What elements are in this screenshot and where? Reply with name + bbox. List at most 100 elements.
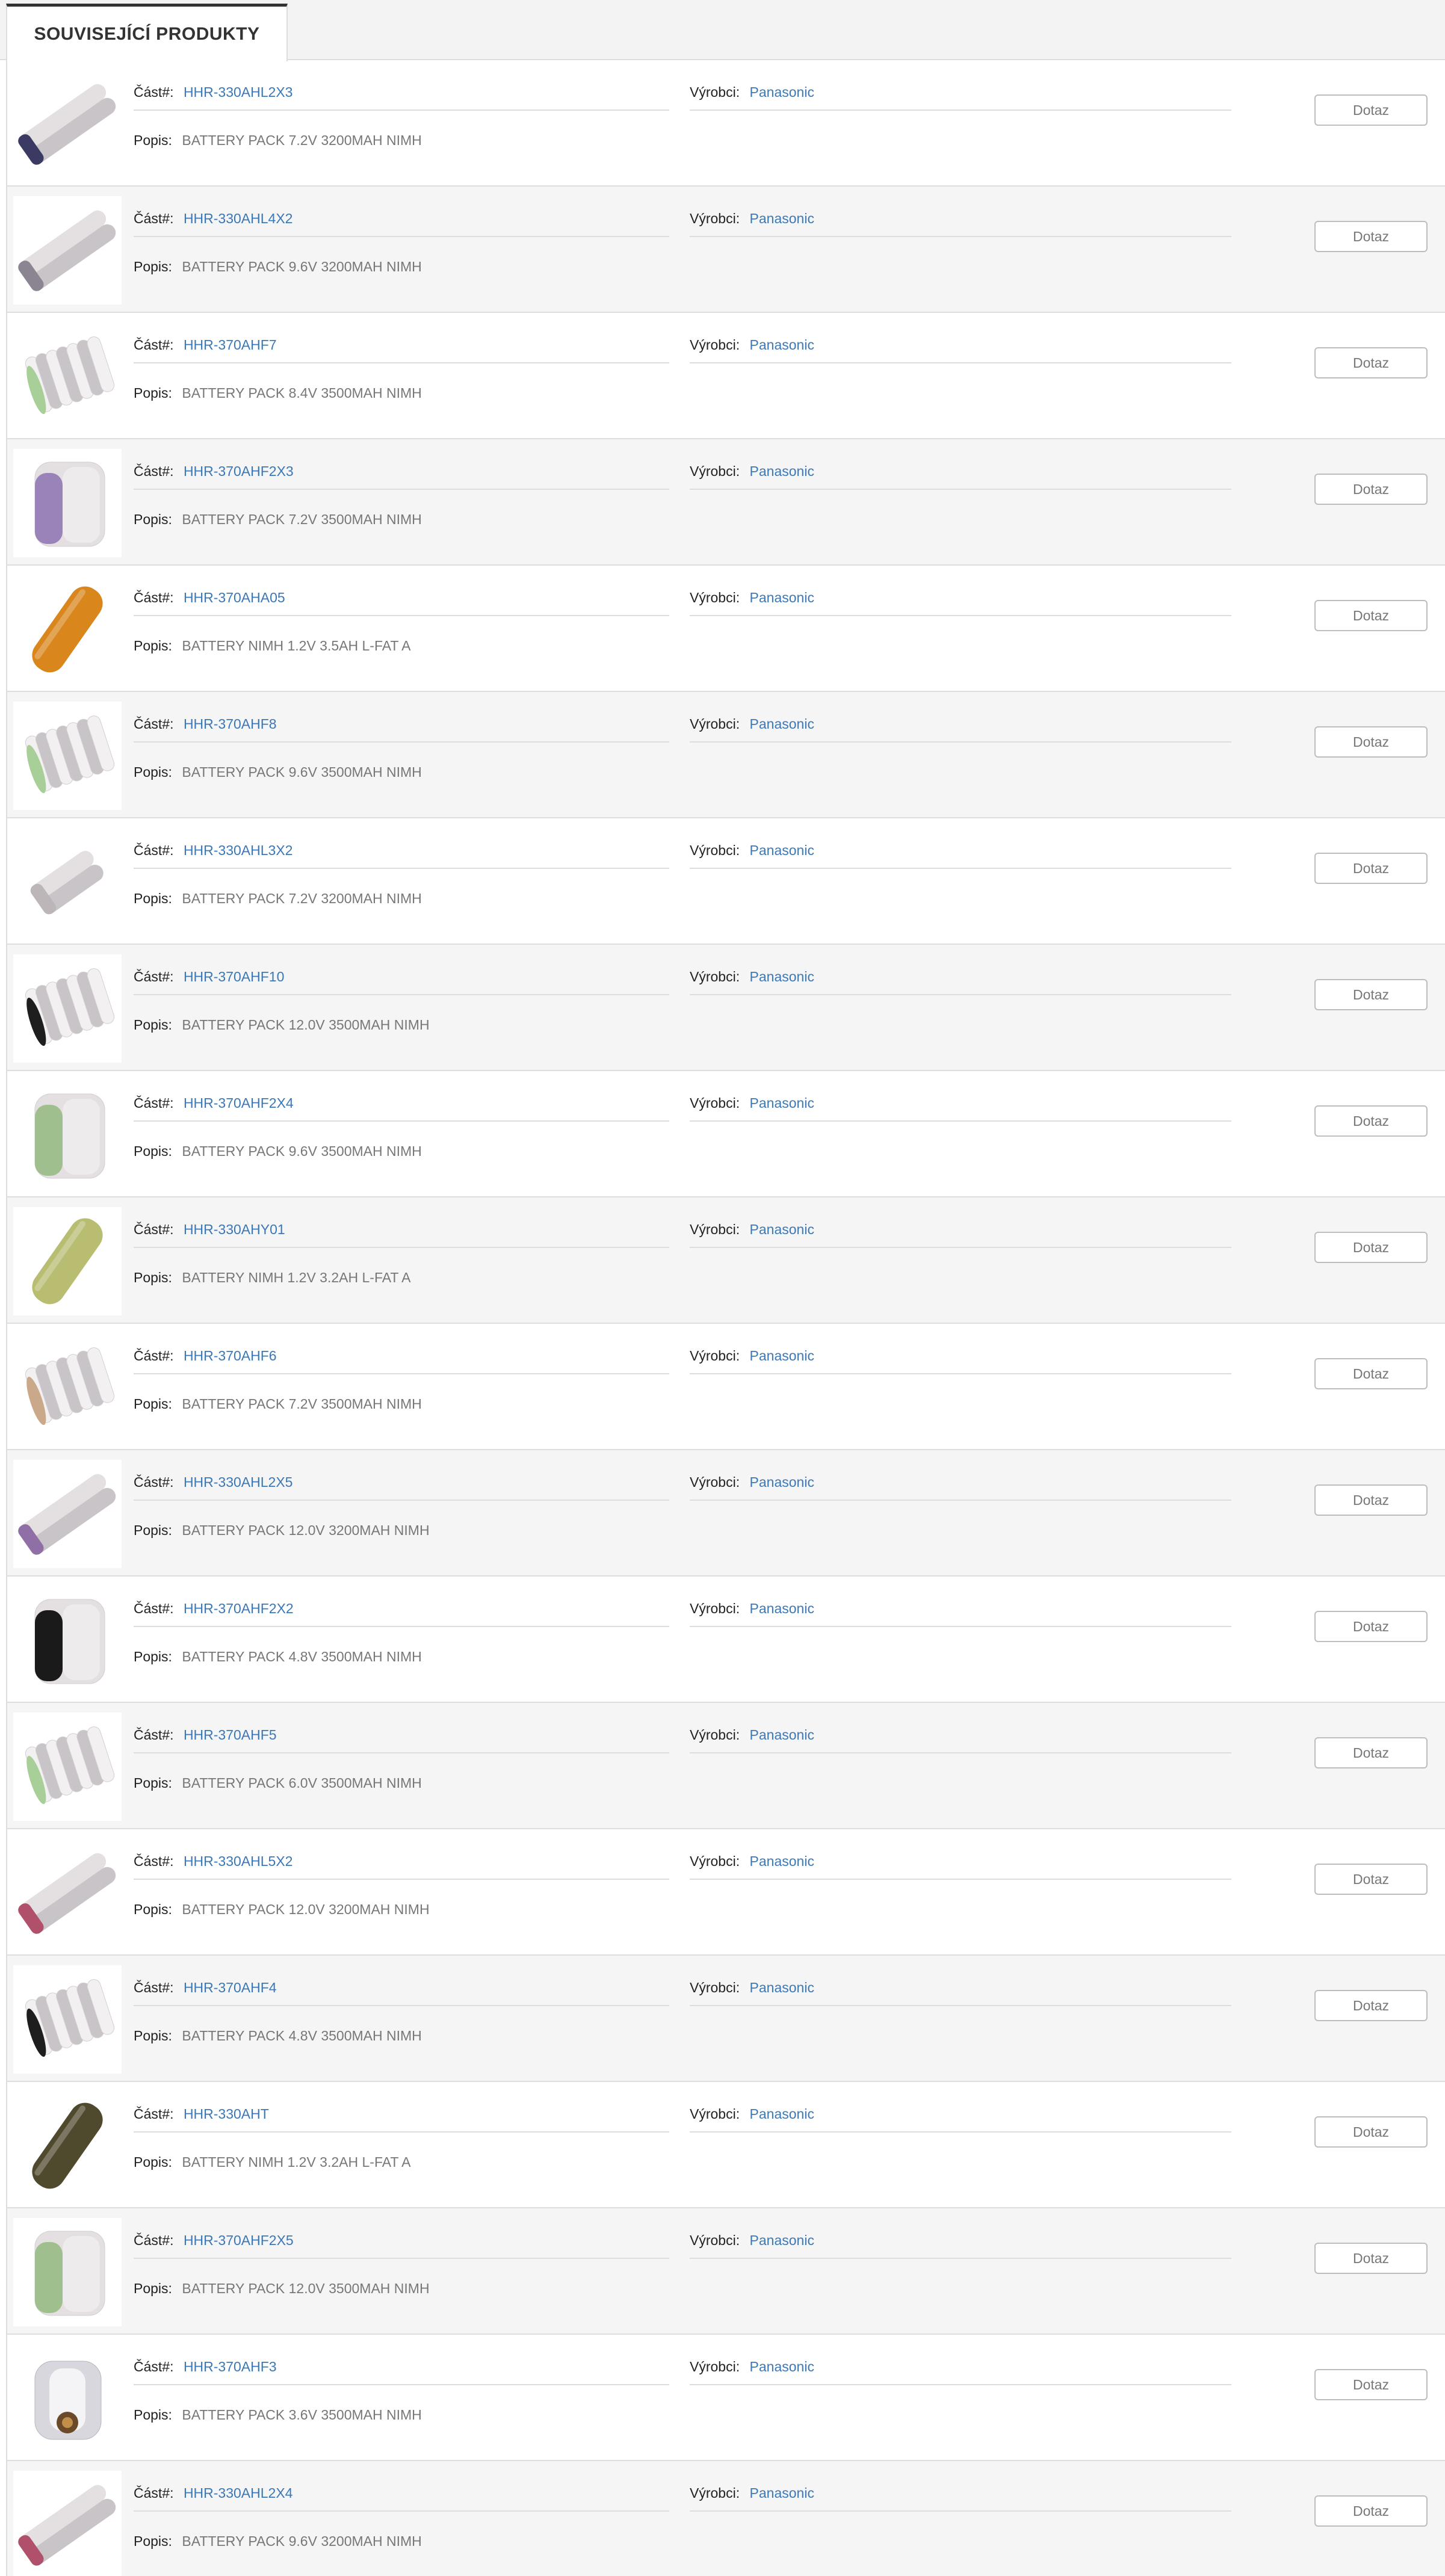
manufacturer-link[interactable]: Panasonic: [750, 211, 814, 226]
manufacturer-link[interactable]: Panasonic: [750, 1474, 814, 1490]
part-number-link[interactable]: HHR-330AHL4X2: [184, 211, 293, 226]
description-field: Popis: BATTERY PACK 9.6V 3500MAH NIMH: [134, 1143, 422, 1160]
part-number-link[interactable]: HHR-370AHA05: [184, 590, 285, 605]
product-row: Část#: HHR-330AHL3X2 Popis: BATTERY PACK…: [7, 818, 1445, 945]
battery-stick-pack-red-end-image[interactable]: [13, 1839, 122, 1947]
part-field: Část#: HHR-370AHF7: [134, 337, 669, 363]
manufacturer-label: Výrobci:: [690, 2232, 740, 2248]
manufacturer-link[interactable]: Panasonic: [750, 463, 814, 479]
inquiry-button[interactable]: Dotaz: [1314, 2369, 1428, 2400]
battery-row-pack-green-end-image[interactable]: [13, 1713, 122, 1821]
part-number-link[interactable]: HHR-370AHF4: [184, 1980, 277, 1995]
part-number-link[interactable]: HHR-370AHF5: [184, 1727, 277, 1743]
part-number-link[interactable]: HHR-370AHF8: [184, 716, 277, 732]
part-number-link[interactable]: HHR-330AHL2X4: [184, 2485, 293, 2501]
inquiry-button[interactable]: Dotaz: [1314, 1358, 1428, 1389]
battery-icon: [18, 84, 116, 165]
inquiry-button[interactable]: Dotaz: [1314, 1990, 1428, 2021]
manufacturer-link[interactable]: Panasonic: [750, 1601, 814, 1616]
inquiry-button[interactable]: Dotaz: [1314, 1232, 1428, 1263]
inquiry-button[interactable]: Dotaz: [1314, 1484, 1428, 1516]
manufacturer-link[interactable]: Panasonic: [750, 1222, 814, 1237]
battery-block-pack-purple-image[interactable]: [13, 449, 122, 557]
inquiry-button[interactable]: Dotaz: [1314, 853, 1428, 884]
inquiry-button[interactable]: Dotaz: [1314, 94, 1428, 126]
tab-bar: SOUVISEJÍCÍ PRODUKTY: [0, 4, 1445, 61]
manufacturer-link[interactable]: Panasonic: [750, 1348, 814, 1364]
battery-row-pack-black-end-image[interactable]: [13, 954, 122, 1063]
inquiry-button[interactable]: Dotaz: [1314, 474, 1428, 505]
battery-row-pack-black-end-image[interactable]: [13, 1965, 122, 2074]
battery-cell-olive-image[interactable]: [13, 1207, 122, 1315]
part-label: Část#:: [134, 1727, 174, 1743]
inquiry-button[interactable]: Dotaz: [1314, 600, 1428, 631]
battery-icon: [30, 851, 104, 915]
part-number-link[interactable]: HHR-370AHF2X5: [184, 2232, 294, 2248]
manufacturer-field: Výrobci: Panasonic: [690, 1474, 1231, 1501]
manufacturer-link[interactable]: Panasonic: [750, 2359, 814, 2374]
inquiry-button[interactable]: Dotaz: [1314, 2243, 1428, 2274]
manufacturer-link[interactable]: Panasonic: [750, 590, 814, 605]
part-number-link[interactable]: HHR-330AHT: [184, 2106, 269, 2122]
part-number-link[interactable]: HHR-370AHF6: [184, 1348, 277, 1364]
inquiry-button[interactable]: Dotaz: [1314, 347, 1428, 378]
manufacturer-link[interactable]: Panasonic: [750, 2232, 814, 2248]
product-row: Část#: HHR-370AHF6 Popis: BATTERY PACK 7…: [7, 1324, 1445, 1450]
part-field: Část#: HHR-330AHT: [134, 2106, 669, 2133]
manufacturer-link[interactable]: Panasonic: [750, 716, 814, 732]
part-number-link[interactable]: HHR-370AHF2X3: [184, 463, 294, 479]
manufacturer-link[interactable]: Panasonic: [750, 84, 814, 100]
battery-block-pack-black-image[interactable]: [13, 1586, 122, 1694]
description-label: Popis:: [134, 1143, 172, 1159]
manufacturer-link[interactable]: Panasonic: [750, 2106, 814, 2122]
manufacturer-label: Výrobci:: [690, 2359, 740, 2374]
inquiry-button[interactable]: Dotaz: [1314, 1105, 1428, 1137]
manufacturer-link[interactable]: Panasonic: [750, 1095, 814, 1111]
part-number-link[interactable]: HHR-330AHY01: [184, 1222, 285, 1237]
battery-cell-dark-olive-image[interactable]: [13, 2092, 122, 2200]
description-label: Popis:: [134, 1017, 172, 1033]
part-number-link[interactable]: HHR-330AHL5X2: [184, 1853, 293, 1869]
part-number-link[interactable]: HHR-370AHF10: [184, 969, 284, 984]
manufacturer-link[interactable]: Panasonic: [750, 337, 814, 353]
description-label: Popis:: [134, 1775, 172, 1791]
inquiry-button[interactable]: Dotaz: [1314, 2495, 1428, 2527]
part-number-link[interactable]: HHR-330AHL2X5: [184, 1474, 293, 1490]
manufacturer-link[interactable]: Panasonic: [750, 2485, 814, 2501]
battery-triangle-pack-image[interactable]: [13, 2344, 122, 2453]
battery-stick-pack-red-end-image[interactable]: [13, 2471, 122, 2576]
inquiry-button[interactable]: Dotaz: [1314, 2116, 1428, 2148]
inquiry-button[interactable]: Dotaz: [1314, 1611, 1428, 1642]
battery-row-pack-green-end-image[interactable]: [13, 323, 122, 431]
battery-stick-pack-purple-end-image[interactable]: [13, 1460, 122, 1568]
manufacturer-link[interactable]: Panasonic: [750, 842, 814, 858]
battery-stick-pack-short-image[interactable]: [13, 828, 122, 936]
part-number-link[interactable]: HHR-370AHF2X2: [184, 1601, 294, 1616]
manufacturer-link[interactable]: Panasonic: [750, 1853, 814, 1869]
battery-stick-pack-dark-end-image[interactable]: [13, 70, 122, 178]
battery-block-pack-green-image[interactable]: [13, 1081, 122, 1189]
manufacturer-label: Výrobci:: [690, 842, 740, 858]
part-number-link[interactable]: HHR-370AHF2X4: [184, 1095, 294, 1111]
battery-stick-pack-long-image[interactable]: [13, 196, 122, 304]
inquiry-button[interactable]: Dotaz: [1314, 726, 1428, 758]
manufacturer-field: Výrobci: Panasonic: [690, 842, 1231, 869]
part-number-link[interactable]: HHR-330AHL2X3: [184, 84, 293, 100]
manufacturer-link[interactable]: Panasonic: [750, 969, 814, 984]
inquiry-button[interactable]: Dotaz: [1314, 979, 1428, 1010]
battery-block-pack-green-image[interactable]: [13, 2218, 122, 2326]
inquiry-button[interactable]: Dotaz: [1314, 221, 1428, 252]
description-label: Popis:: [134, 511, 172, 527]
inquiry-button[interactable]: Dotaz: [1314, 1864, 1428, 1895]
description-value: BATTERY PACK 7.2V 3500MAH NIMH: [182, 1396, 422, 1412]
inquiry-button[interactable]: Dotaz: [1314, 1737, 1428, 1768]
tab-related-products[interactable]: SOUVISEJÍCÍ PRODUKTY: [6, 4, 288, 61]
part-number-link[interactable]: HHR-370AHF7: [184, 337, 277, 353]
manufacturer-link[interactable]: Panasonic: [750, 1980, 814, 1995]
battery-cell-orange-image[interactable]: [13, 575, 122, 684]
part-number-link[interactable]: HHR-370AHF3: [184, 2359, 277, 2374]
part-number-link[interactable]: HHR-330AHL3X2: [184, 842, 293, 858]
battery-row-pack-green-end-image[interactable]: [13, 702, 122, 810]
manufacturer-link[interactable]: Panasonic: [750, 1727, 814, 1743]
battery-row-pack-tan-end-image[interactable]: [13, 1333, 122, 1442]
